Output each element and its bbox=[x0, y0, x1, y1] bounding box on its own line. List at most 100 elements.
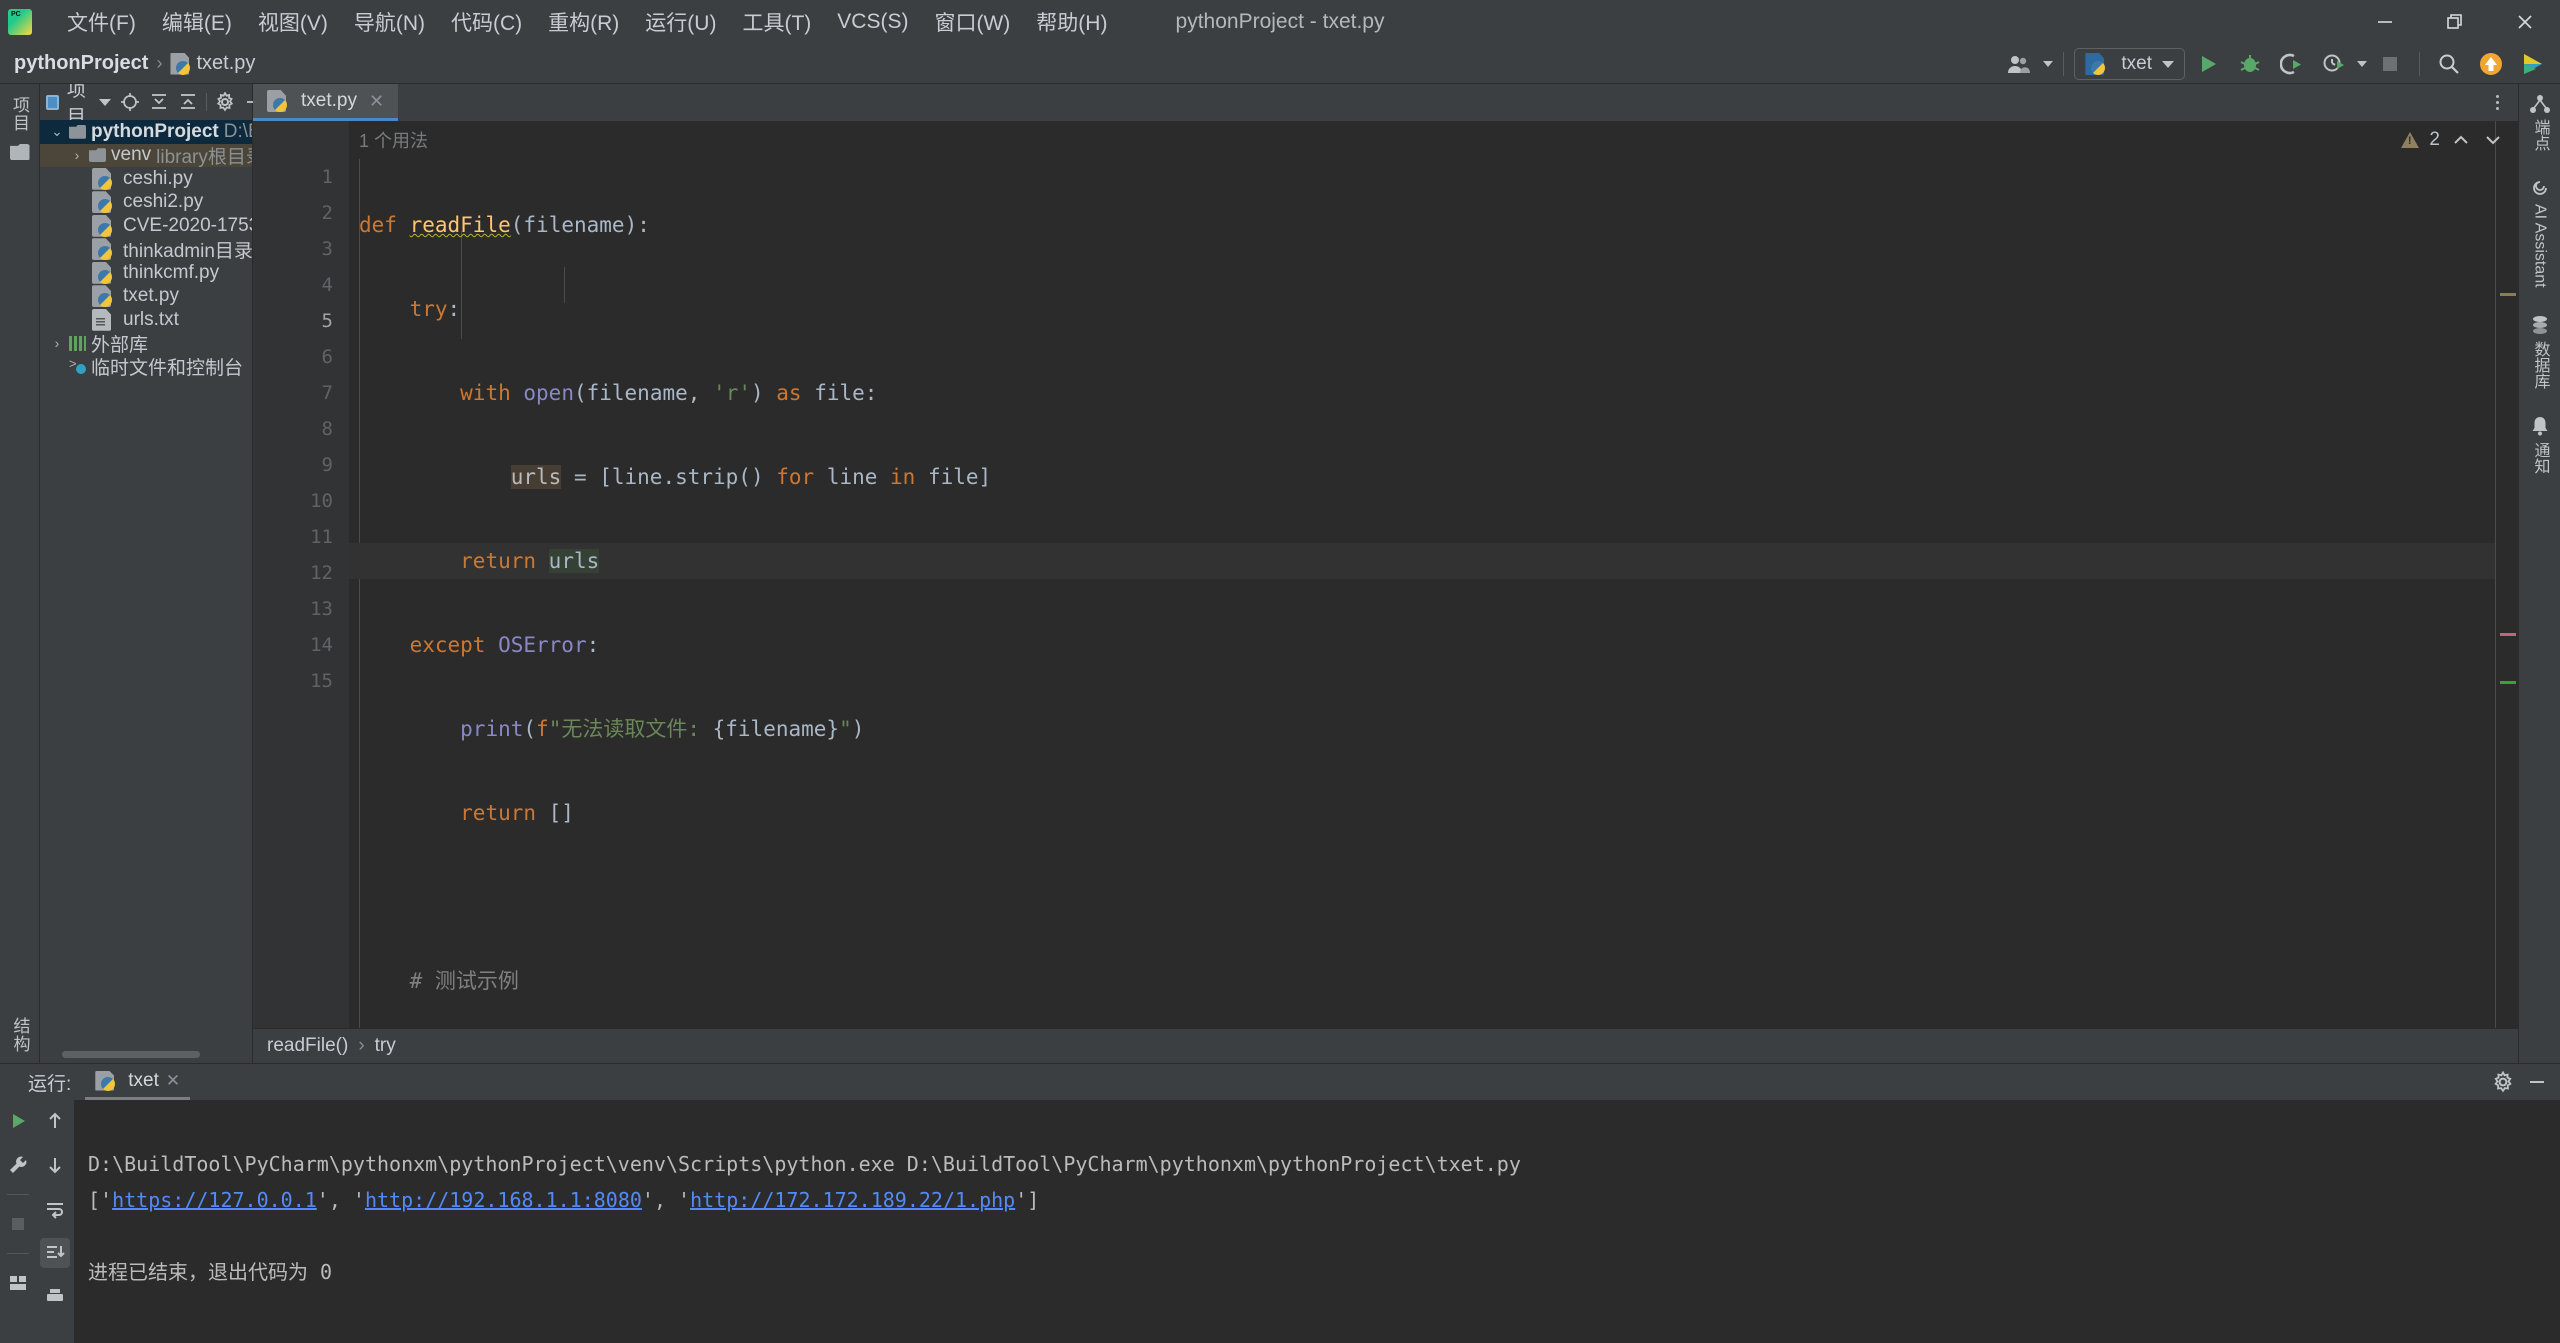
menu-window[interactable]: 窗口(W) bbox=[921, 3, 1023, 41]
editor-gutter[interactable]: 1 2 3 4 5 6 7 8 9 10 11 12 13 14 15 bbox=[253, 121, 349, 1028]
code-viewport[interactable]: 1 个用法 def readFile(filename): try: with … bbox=[349, 121, 2496, 1028]
code-line-7[interactable]: print(f"无法读取文件: {filename}") bbox=[349, 711, 2496, 747]
breadcrumb-project[interactable]: pythonProject bbox=[14, 52, 148, 75]
minimize-button[interactable] bbox=[2350, 0, 2420, 44]
tree-item-venv[interactable]: › venv library根目录 bbox=[40, 143, 252, 168]
chevron-right-icon[interactable]: › bbox=[50, 335, 64, 351]
expand-all-button[interactable] bbox=[146, 89, 172, 115]
warning-marker[interactable] bbox=[2500, 293, 2516, 296]
rerun-button[interactable] bbox=[3, 1106, 33, 1136]
chevron-right-icon[interactable]: › bbox=[70, 147, 84, 163]
breadcrumb-file[interactable]: txet.py bbox=[170, 52, 255, 75]
scroll-up-button[interactable] bbox=[40, 1106, 70, 1136]
scrollbar-thumb[interactable] bbox=[62, 1051, 200, 1058]
code-line-4[interactable]: urls = [line.strip() for line in file] bbox=[349, 459, 2496, 495]
menu-code[interactable]: 代码(C) bbox=[438, 3, 535, 41]
code-line-9[interactable] bbox=[349, 879, 2496, 915]
run-configuration-selector[interactable]: txet bbox=[2074, 48, 2185, 80]
scroll-down-button[interactable] bbox=[40, 1150, 70, 1180]
python-file-icon bbox=[92, 214, 112, 237]
console-link-1[interactable]: https://127.0.0.1 bbox=[112, 1188, 317, 1212]
editor-tab-txet-py[interactable]: txet.py ✕ bbox=[253, 84, 399, 121]
rail-item-notifications[interactable]: 通知 bbox=[2528, 415, 2552, 474]
menu-tools[interactable]: 工具(T) bbox=[729, 3, 824, 41]
rail-item-database[interactable]: 数据库 bbox=[2528, 314, 2552, 389]
rail-item-endpoints[interactable]: 端点 bbox=[2528, 94, 2552, 151]
run-settings-button[interactable] bbox=[2490, 1069, 2516, 1095]
console-output[interactable]: D:\BuildTool\PyCharm\pythonxm\pythonProj… bbox=[74, 1100, 2560, 1343]
ai-assistant-button[interactable] bbox=[2514, 48, 2552, 80]
breadcrumb-function[interactable]: readFile() bbox=[267, 1035, 348, 1057]
more-options-button[interactable] bbox=[2484, 88, 2510, 116]
code-content[interactable]: def readFile(filename): try: with open(f… bbox=[349, 159, 2496, 1028]
menu-refactor[interactable]: 重构(R) bbox=[535, 3, 632, 41]
close-icon[interactable]: ✕ bbox=[166, 1071, 180, 1091]
layout-settings-button[interactable] bbox=[3, 1268, 33, 1298]
edit-configuration-button[interactable] bbox=[3, 1150, 33, 1180]
code-line-8[interactable]: return [] bbox=[349, 795, 2496, 831]
debug-button[interactable] bbox=[2231, 48, 2269, 80]
hide-run-window-button[interactable] bbox=[2524, 1069, 2550, 1095]
close-button[interactable] bbox=[2490, 0, 2560, 44]
error-marker[interactable] bbox=[2500, 633, 2516, 636]
menu-navigate[interactable]: 导航(N) bbox=[341, 3, 438, 41]
project-horizontal-scrollbar[interactable] bbox=[40, 1047, 252, 1063]
code-line-6[interactable]: except OSError: bbox=[349, 627, 2496, 663]
previous-problem-icon[interactable] bbox=[2450, 129, 2472, 151]
run-tab-txet[interactable]: txet ✕ bbox=[85, 1064, 191, 1100]
stop-button[interactable] bbox=[2371, 48, 2409, 80]
code-line-2[interactable]: try: bbox=[349, 291, 2496, 327]
menu-view[interactable]: 视图(V) bbox=[245, 3, 341, 41]
tree-item-txet-py[interactable]: txet.py bbox=[40, 285, 252, 309]
profiler-dropdown-caret[interactable] bbox=[2357, 61, 2367, 67]
rail-item-project[interactable]: 项目 bbox=[7, 96, 32, 132]
collapse-all-button[interactable] bbox=[175, 89, 201, 115]
collaborate-dropdown-caret[interactable] bbox=[2043, 61, 2054, 67]
stop-process-button[interactable] bbox=[3, 1209, 33, 1239]
maximize-button[interactable] bbox=[2420, 0, 2490, 44]
collaborate-button[interactable] bbox=[2001, 48, 2039, 80]
tree-item-ceshi-py[interactable]: ceshi.py bbox=[40, 167, 252, 191]
tree-item-urls-txt[interactable]: urls.txt bbox=[40, 308, 252, 332]
inspection-widget[interactable]: 2 bbox=[2401, 121, 2518, 159]
chevron-down-icon[interactable]: ⌄ bbox=[50, 123, 64, 140]
tree-item-cve-py[interactable]: CVE-2020-17530.py bbox=[40, 214, 252, 238]
menu-run[interactable]: 运行(U) bbox=[632, 3, 729, 41]
soft-wrap-button[interactable] bbox=[40, 1194, 70, 1224]
project-settings-button[interactable] bbox=[212, 89, 238, 115]
rail-item-structure[interactable]: 结构 bbox=[8, 1017, 33, 1053]
console-link-3[interactable]: http://172.172.189.22/1.php bbox=[690, 1188, 1015, 1212]
scroll-from-source-button[interactable] bbox=[117, 89, 143, 115]
tree-item-scratches[interactable]: 临时文件和控制台 bbox=[40, 355, 252, 379]
tree-item-thinkadmin-py[interactable]: thinkadmin目录遍历.py bbox=[40, 238, 252, 262]
info-marker[interactable] bbox=[2500, 681, 2516, 684]
update-button[interactable] bbox=[2472, 48, 2510, 80]
chevron-down-icon[interactable] bbox=[99, 98, 112, 106]
folder-icon[interactable] bbox=[9, 144, 30, 160]
code-line-1[interactable]: def readFile(filename): bbox=[349, 207, 2496, 243]
scroll-to-end-button[interactable] bbox=[40, 1238, 70, 1268]
code-line-10[interactable]: # 测试示例 bbox=[349, 963, 2496, 999]
next-problem-icon[interactable] bbox=[2482, 129, 2504, 151]
profiler-button[interactable] bbox=[2315, 48, 2353, 80]
menu-vcs[interactable]: VCS(S) bbox=[824, 6, 921, 38]
run-button[interactable] bbox=[2189, 48, 2227, 80]
search-everywhere-button[interactable] bbox=[2430, 48, 2468, 80]
console-link-2[interactable]: http://192.168.1.1:8080 bbox=[365, 1188, 642, 1212]
code-line-5[interactable]: return urls bbox=[349, 543, 2496, 579]
run-with-coverage-button[interactable] bbox=[2273, 48, 2311, 80]
breadcrumb-block[interactable]: try bbox=[375, 1035, 396, 1057]
tree-item-ceshi2-py[interactable]: ceshi2.py bbox=[40, 191, 252, 215]
menu-help[interactable]: 帮助(H) bbox=[1023, 3, 1120, 41]
code-line-3[interactable]: with open(filename, 'r') as file: bbox=[349, 375, 2496, 411]
close-icon[interactable]: ✕ bbox=[369, 91, 384, 112]
menu-file[interactable]: 文件(F) bbox=[54, 3, 149, 41]
menu-edit[interactable]: 编辑(E) bbox=[149, 3, 245, 41]
print-button[interactable] bbox=[40, 1282, 70, 1312]
tree-item-thinkcmf-py[interactable]: thinkcmf.py bbox=[40, 261, 252, 285]
usage-hint[interactable]: 1 个用法 bbox=[359, 127, 428, 153]
tree-item-external-libraries[interactable]: › 外部库 bbox=[40, 332, 252, 356]
tree-item-project-root[interactable]: ⌄ pythonProject D:\BuildTool\PyCharm bbox=[40, 120, 252, 144]
inspection-marker-strip[interactable] bbox=[2496, 121, 2518, 1028]
rail-item-ai-assistant[interactable]: AI Assistant bbox=[2529, 177, 2551, 288]
